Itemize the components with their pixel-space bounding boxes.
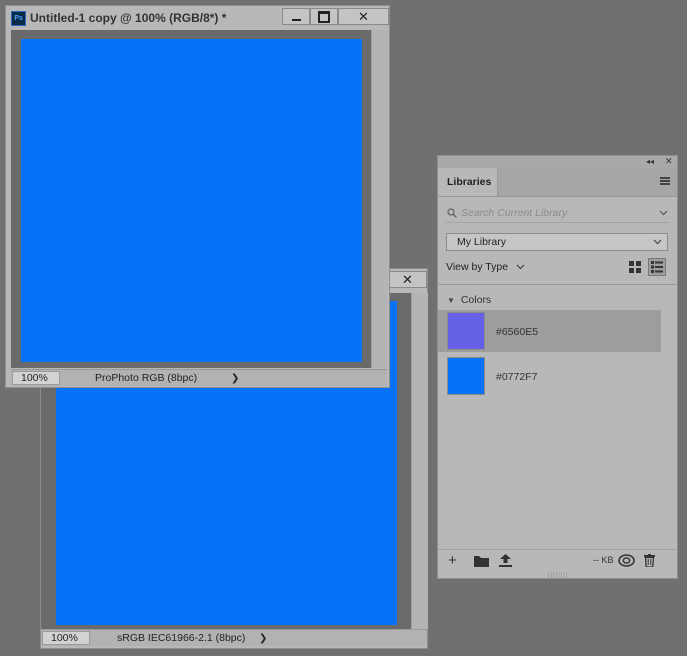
search-icon (447, 208, 457, 218)
status-bar: 100% ProPhoto RGB (8bpc) ❯ (11, 369, 387, 386)
close-button[interactable]: ✕ (388, 271, 427, 288)
library-select[interactable]: My Library (446, 233, 668, 251)
vertical-scrollbar[interactable] (411, 293, 428, 629)
color-profile: ProPhoto RGB (8bpc) (95, 372, 198, 384)
close-icon: ✕ (358, 8, 369, 24)
storage-size: -- KB (593, 555, 614, 565)
libraries-panel: ◂◂ ✕ Libraries Search Current Library My… (437, 155, 678, 579)
chevron-down-icon[interactable] (659, 210, 668, 216)
photoshop-logo-icon: Ps (11, 11, 26, 26)
add-icon[interactable]: + (448, 553, 457, 568)
minimize-icon (291, 19, 301, 21)
color-profile: sRGB IEC61966-2.1 (8bpc) (117, 632, 246, 644)
document-titlebar[interactable]: Ps Untitled-1 copy @ 100% (RGB/8*) * ✕ (6, 6, 389, 30)
colors-section-header[interactable]: ▼ Colors (447, 294, 491, 306)
panel-menu-icon[interactable] (660, 177, 670, 185)
color-swatch (447, 357, 485, 395)
zoom-level[interactable]: 100% (12, 371, 60, 385)
upload-icon[interactable] (499, 554, 512, 567)
color-label: #0772F7 (496, 371, 538, 383)
collapse-icon[interactable]: ◂◂ (646, 156, 654, 167)
chevron-down-icon (516, 264, 525, 270)
maximize-icon (318, 10, 330, 23)
resize-grip[interactable]: |||||||| (548, 573, 568, 579)
close-button[interactable]: ✕ (338, 8, 389, 25)
view-by-label: View by Type (446, 261, 509, 273)
maximize-button[interactable] (310, 8, 338, 25)
panel-header-bar[interactable]: ◂◂ ✕ (438, 156, 677, 168)
chevron-right-icon[interactable]: ❯ (259, 633, 267, 644)
color-label: #6560E5 (496, 326, 539, 338)
section-title: Colors (460, 294, 492, 306)
document-window-prophoto[interactable]: Ps Untitled-1 copy @ 100% (RGB/8*) * ✕ 1… (5, 5, 390, 388)
grid-view-button[interactable] (626, 258, 644, 276)
close-icon: ✕ (402, 271, 413, 287)
vertical-scrollbar[interactable] (371, 30, 388, 368)
panel-footer: + -- KB (438, 549, 677, 572)
search-input[interactable]: Search Current Library (461, 207, 567, 219)
library-select-value: My Library (457, 236, 507, 248)
tab-libraries[interactable]: Libraries (438, 168, 498, 196)
trash-icon[interactable] (644, 554, 655, 567)
document-canvas[interactable] (21, 39, 362, 362)
chevron-right-icon[interactable]: ❯ (231, 373, 239, 384)
color-swatch (447, 312, 485, 350)
color-item[interactable]: #6560E5 (438, 310, 661, 352)
chevron-down-icon (653, 239, 662, 245)
view-by-dropdown[interactable]: View by Type (446, 261, 525, 273)
library-search[interactable]: Search Current Library (445, 204, 670, 223)
status-bar: 100% sRGB IEC61966-2.1 (8bpc) ❯ (41, 629, 427, 646)
color-item[interactable]: #0772F7 (438, 355, 661, 397)
document-title: Untitled-1 copy @ 100% (RGB/8*) * (30, 11, 227, 25)
creative-cloud-icon[interactable] (618, 554, 635, 567)
minimize-button[interactable] (282, 8, 310, 25)
zoom-level[interactable]: 100% (42, 631, 90, 645)
grid-view-icon (629, 261, 641, 273)
panel-tab-row: Libraries (438, 168, 677, 197)
canvas-area (11, 30, 371, 368)
caret-down-icon: ▼ (447, 296, 455, 305)
folder-icon[interactable] (474, 555, 489, 567)
list-view-icon (651, 261, 663, 273)
close-icon[interactable]: ✕ (665, 156, 673, 167)
divider (438, 284, 677, 285)
list-view-button[interactable] (648, 258, 666, 276)
